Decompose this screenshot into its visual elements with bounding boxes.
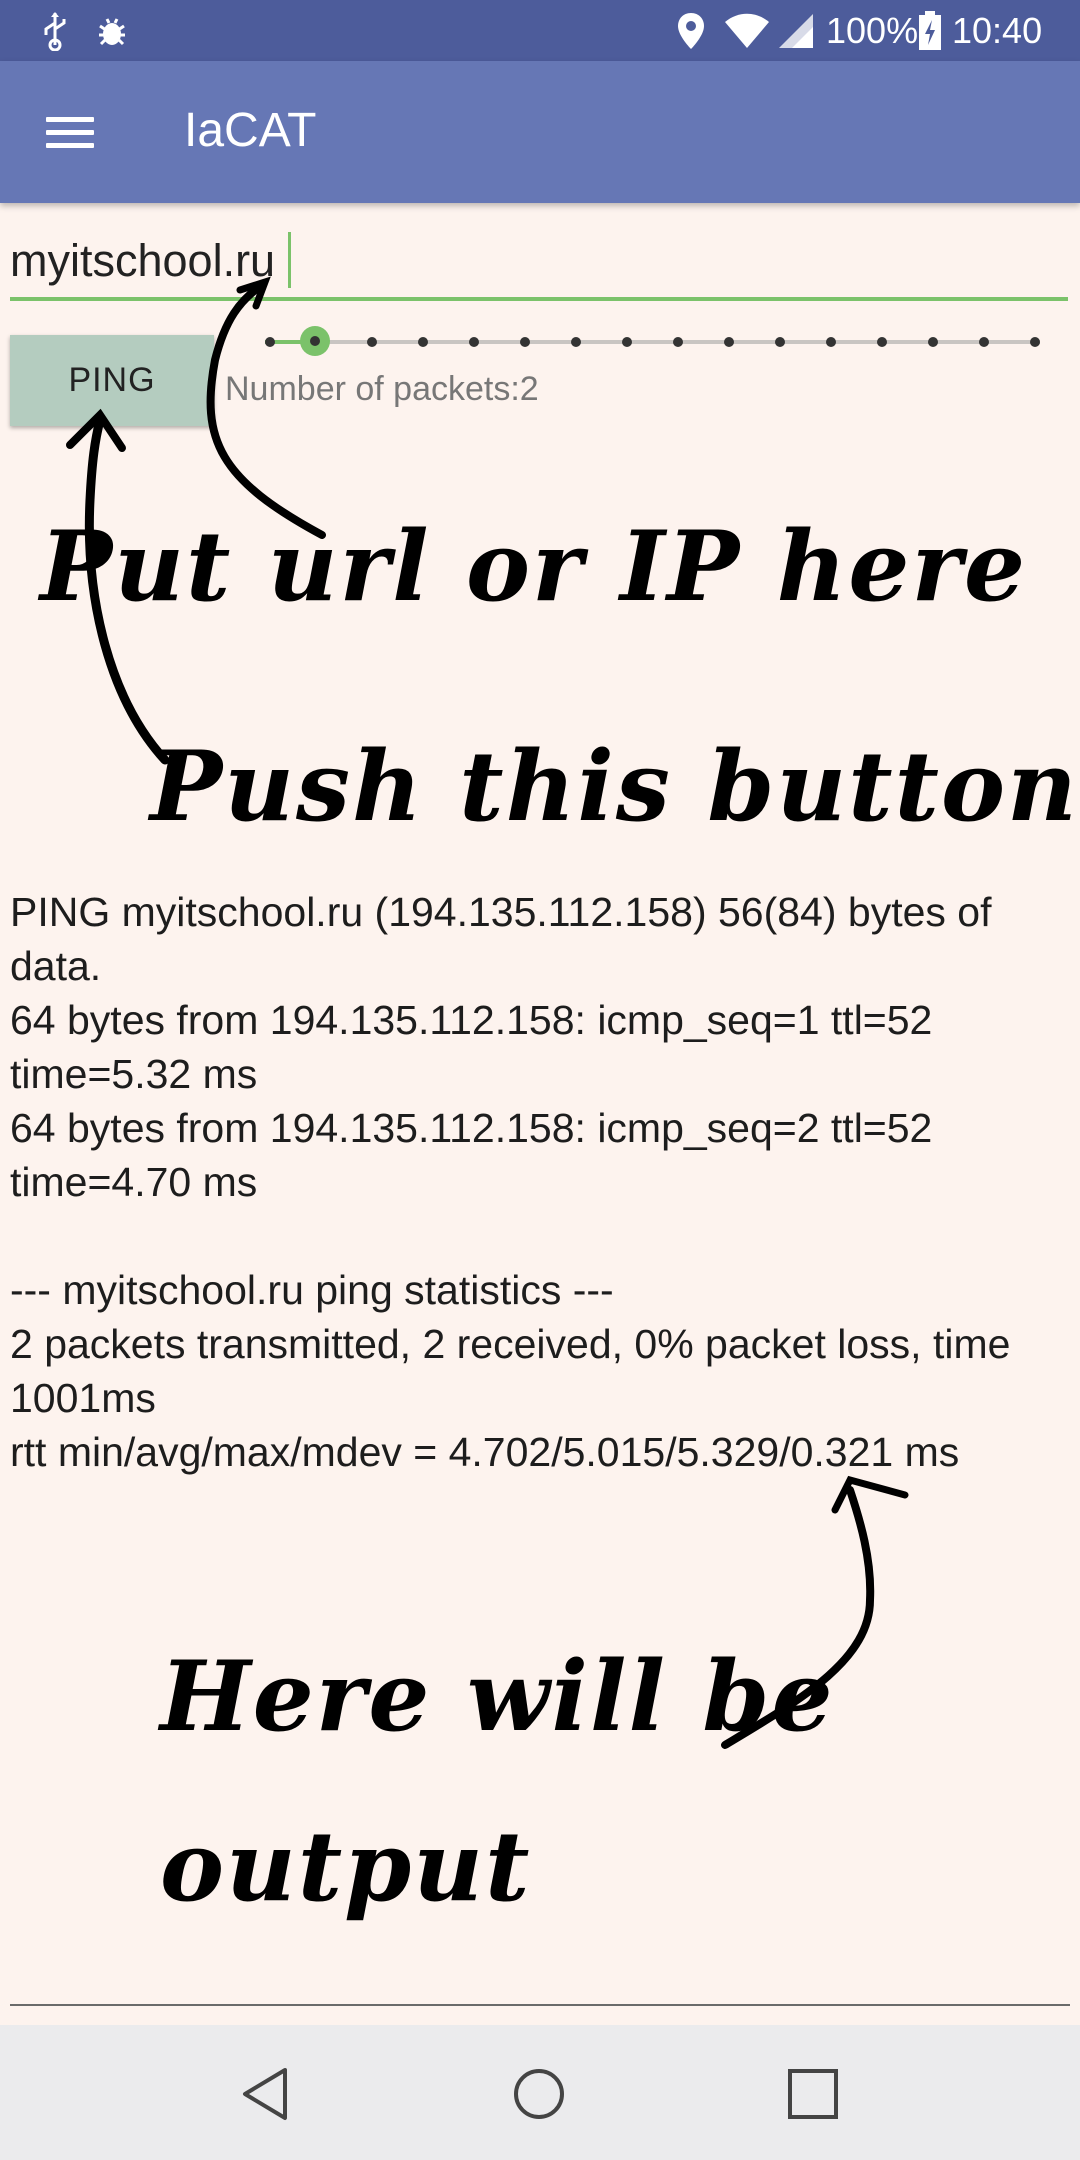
status-bar: 100% 10:40 [0,0,1080,61]
url-input[interactable] [10,225,1068,301]
wifi-icon [724,10,770,52]
bug-icon [96,10,128,52]
slider-tick [418,337,428,347]
app-bar: IaCAT [0,61,1080,203]
location-icon [676,10,706,52]
packets-slider[interactable] [265,320,1040,364]
app-title: IaCAT [184,104,317,157]
battery-charging-icon [918,10,942,52]
slider-tick [928,337,938,347]
annotation-push-button: Push this button [150,730,1079,843]
output-line: 64 bytes from 194.135.112.158: icmp_seq=… [10,997,944,1097]
output-line: 2 packets transmitted, 2 received, 0% pa… [10,1321,1022,1421]
hamburger-menu-icon[interactable] [34,105,104,159]
ping-button[interactable]: PING [10,335,214,426]
clock: 10:40 [952,10,1043,51]
slider-tick [877,337,887,347]
slider-tick [571,337,581,347]
back-icon[interactable] [220,2049,310,2139]
text-cursor [288,232,291,288]
slider-tick [775,337,785,347]
output-line: --- myitschool.ru ping statistics --- [10,1267,614,1313]
slider-tick [979,337,989,347]
navigation-bar [0,2025,1080,2160]
recents-icon[interactable] [768,2049,858,2139]
signal-icon [778,10,814,52]
slider-tick [622,337,632,347]
home-icon[interactable] [494,2049,584,2139]
output-line: rtt min/avg/max/mdev = 4.702/5.015/5.329… [10,1429,960,1475]
annotation-put-url: Put url or IP here [40,510,1028,623]
output-divider [10,2004,1070,2006]
battery-percent: 100% [826,10,919,51]
slider-tick [265,337,275,347]
packets-label: Number of packets:2 [225,370,539,408]
output-line: 64 bytes from 194.135.112.158: icmp_seq=… [10,1105,944,1205]
slider-tick [520,337,530,347]
slider-tick [724,337,734,347]
slider-track [265,340,1040,344]
annotation-output-2: output [160,1810,532,1923]
ping-output: PING myitschool.ru (194.135.112.158) 56(… [10,885,1070,1479]
slider-tick [1030,337,1040,347]
slider-tick [469,337,479,347]
slider-thumb[interactable] [300,326,330,356]
slider-tick [673,337,683,347]
output-line: PING myitschool.ru (194.135.112.158) 56(… [10,889,1003,989]
usb-icon [40,10,70,52]
slider-tick [367,337,377,347]
slider-tick [826,337,836,347]
annotation-output-1: Here will be [160,1640,835,1753]
